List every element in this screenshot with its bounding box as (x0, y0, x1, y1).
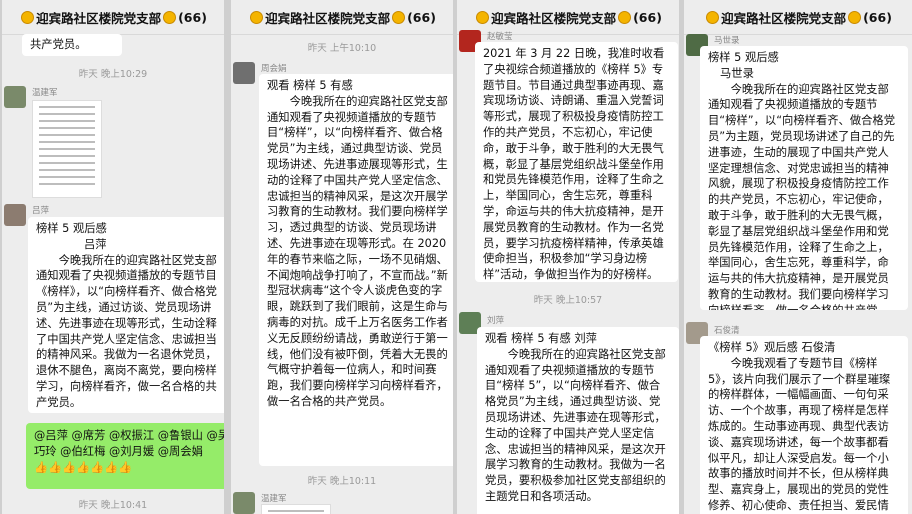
group-chat-header[interactable]: 迎宾路社区楼院党支部 (66) (2, 0, 224, 35)
message-body: 今晚我所在的迎宾路社区党支部通知观看了央视频道播放的专题节目“榜样”，以“向榜样… (708, 82, 896, 310)
chat-panel-1: 迎宾路社区楼院党支部 (66) 共产党员。 昨天 晚上10:29 温建军 吕萍 榜… (2, 0, 224, 514)
avatar[interactable] (4, 86, 26, 108)
sunflower-icon (21, 10, 35, 24)
member-count: (66) (633, 9, 662, 25)
chat-panel-4: 迎宾路社区楼院党支部 (66) 马世录 榜样 5 观后感 马世录 今晚我所在的迎宾… (684, 0, 912, 514)
sender-name: 温建军 (261, 494, 287, 504)
timestamp: 昨天 晚上10:41 (78, 500, 148, 511)
mention-text: @吕萍 @席芳 @权振江 @鲁银山 @吴巧玲 @伯红梅 @刘月媛 @周会娟 (34, 429, 224, 458)
sunflower-icon (392, 10, 406, 24)
timestamp: 昨天 上午10:10 (307, 43, 377, 54)
group-title: 迎宾路社区楼院党支部 (491, 10, 617, 26)
message-body: 今晚我所在的迎宾路社区党支部通知观看了央视频道播放的专题节目《榜样》，以“向榜样… (36, 253, 217, 409)
message-title: 观看 榜样 5 有感 (267, 79, 353, 92)
member-count: (66) (863, 9, 892, 25)
message-title: 榜样 5 观后感 (708, 51, 779, 64)
avatar[interactable] (233, 62, 255, 84)
message-title: 《榜样 5》观后感 石俊清 (708, 341, 836, 354)
avatar[interactable] (4, 204, 26, 226)
sender-name: 刘萍 (487, 316, 505, 326)
message-author: 吕萍 (84, 237, 107, 251)
my-mention-message[interactable]: @吕萍 @席芳 @权振江 @鲁银山 @吴巧玲 @伯红梅 @刘月媛 @周会娟 👍👍… (26, 423, 224, 489)
chat-panel-3: 迎宾路社区楼院党支部 (66) 赵敏莹 2021 年 3 月 22 日晚，我准时收… (457, 0, 679, 514)
message-bubble[interactable]: 共产党员。 (22, 34, 122, 56)
message-bubble[interactable]: 观看 榜样 5 有感 刘萍 今晚我所在的迎宾路社区党支部通知观看了央视频道播放的… (477, 327, 679, 514)
group-title: 迎宾路社区楼院党支部 (721, 10, 847, 26)
sunflower-icon (848, 10, 862, 24)
group-chat-header[interactable]: 迎宾路社区楼院党支部 (66) (231, 0, 453, 35)
message-body: 2021 年 3 月 22 日晚，我准时收看了央视综合频道播放的《榜样 5》专题… (483, 47, 665, 282)
timestamp: 昨天 晚上10:29 (78, 69, 148, 80)
member-count: (66) (407, 9, 436, 25)
message-body: 今晚我观看了专题节目《榜样 5》，该片向我们展示了一个群星璀璨的榜样群体，一幅幅… (708, 356, 891, 512)
message-body: 今晚我所在的迎宾路社区党支部通知观看了央视频道播放的专题节目“榜样 5”，以“向… (485, 347, 666, 503)
sunflower-icon (618, 10, 632, 24)
sunflower-icon (476, 10, 490, 24)
thumbs-up-icon: 👍👍👍👍👍👍👍 (34, 461, 133, 474)
sender-name: 吕萍 (32, 206, 50, 216)
message-author: 马世录 (720, 66, 754, 80)
group-title: 迎宾路社区楼院党支部 (265, 10, 391, 26)
timestamp: 昨天 晚上10:57 (533, 295, 603, 306)
message-title: 观看 榜样 5 有感 刘萍 (485, 332, 597, 345)
message-body: 今晚我所在的迎宾路社区党支部通知观看了央视频道播放的专题节目“榜样”，以“向榜样… (267, 94, 448, 408)
document-image[interactable] (261, 504, 331, 514)
sunflower-icon (706, 10, 720, 24)
group-chat-header[interactable]: 迎宾路社区楼院党支部 (66) (684, 0, 912, 35)
sender-name: 石俊清 (714, 326, 740, 336)
sender-name: 周会娟 (261, 64, 287, 74)
message-bubble[interactable]: 2021 年 3 月 22 日晚，我准时收看了央视综合频道播放的《榜样 5》专题… (475, 42, 678, 282)
group-title: 迎宾路社区楼院党支部 (36, 10, 162, 26)
chat-panel-2: 迎宾路社区楼院党支部 (66) 昨天 上午10:10 周会娟 观看 榜样 5 有感… (231, 0, 453, 514)
sender-name: 马世录 (714, 36, 740, 46)
message-bubble[interactable]: 榜样 5 观后感 吕萍 今晚我所在的迎宾路社区党支部通知观看了央视频道播放的专题… (28, 217, 224, 413)
message-bubble[interactable]: 《榜样 5》观后感 石俊清 今晚我观看了专题节目《榜样 5》，该片向我们展示了一… (700, 336, 908, 514)
timestamp: 昨天 晚上10:11 (307, 476, 377, 487)
document-image[interactable] (32, 100, 102, 198)
message-bubble[interactable]: 观看 榜样 5 有感 今晚我所在的迎宾路社区党支部通知观看了央视频道播放的专题节… (259, 74, 453, 466)
member-count: (66) (178, 9, 207, 25)
sunflower-icon (250, 10, 264, 24)
message-title: 榜样 5 观后感 (36, 222, 107, 235)
sunflower-icon (163, 10, 177, 24)
sender-name: 温建军 (32, 88, 58, 98)
sender-name: 赵敏莹 (487, 32, 513, 42)
avatar[interactable] (233, 492, 255, 514)
message-bubble[interactable]: 榜样 5 观后感 马世录 今晚我所在的迎宾路社区党支部通知观看了央视频道播放的专… (700, 46, 908, 310)
